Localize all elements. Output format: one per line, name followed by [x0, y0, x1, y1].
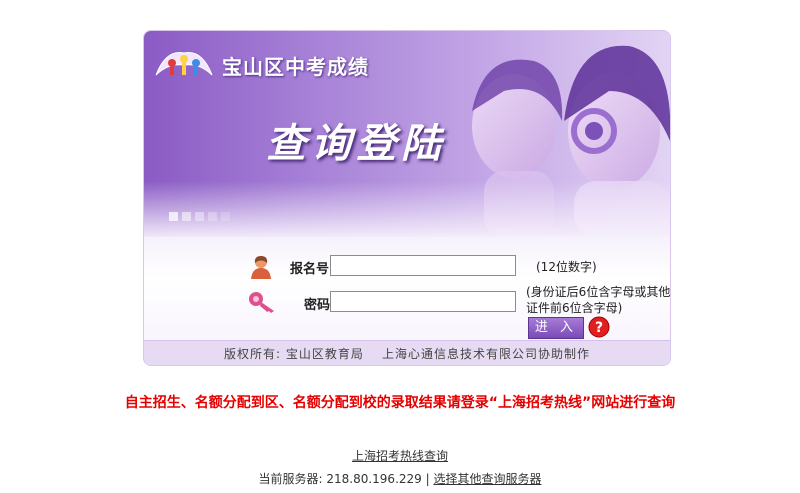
hotline-link[interactable]: 上海招考热线查询 — [0, 447, 800, 464]
server-ip: 218.80.196.229 — [326, 472, 422, 486]
user-icon — [251, 256, 271, 279]
help-icon[interactable]: ? — [588, 316, 610, 338]
copyright-bar: 版权所有: 宝山区教育局 上海心通信息技术有限公司协助制作 — [144, 340, 670, 365]
svg-text:?: ? — [595, 320, 603, 336]
copyright-maker: 上海心通信息技术有限公司协助制作 — [381, 347, 590, 361]
copyright-label: 版权所有: — [224, 347, 282, 361]
banner-fade — [144, 181, 670, 237]
admission-notice: 自主招生、名额分配到区、名额分配到校的录取结果请登录“上海招考热线”网站进行查询 — [124, 395, 676, 411]
key-icon — [249, 292, 274, 313]
password-input[interactable] — [330, 291, 516, 312]
login-title: 查询登陆 — [266, 120, 446, 167]
copyright-text: 版权所有: 宝山区教育局 上海心通信息技术有限公司协助制作 — [144, 345, 670, 362]
login-banner: 宝山区中考成绩 查询登陆 — [144, 31, 670, 237]
copyright-owner: 宝山区教育局 — [285, 347, 364, 361]
server-info: 当前服务器: 218.80.196.229 | 选择其他查询服务器 — [0, 470, 800, 487]
choose-server-link[interactable]: 选择其他查询服务器 — [434, 472, 542, 486]
username-label: 报名号: — [290, 262, 335, 277]
server-prefix: 当前服务器: — [258, 472, 323, 486]
enter-button[interactable]: 进 入 — [528, 317, 584, 339]
logo-icon — [155, 51, 213, 76]
separator: | — [425, 472, 430, 486]
username-hint: (12位数字) — [536, 260, 597, 274]
site-title: 宝山区中考成绩 — [222, 55, 369, 79]
username-input[interactable] — [330, 255, 516, 276]
login-panel: 宝山区中考成绩 查询登陆 报名号: (12位数字) 密码: (身份证后6位含字母… — [143, 30, 671, 366]
login-form: 报名号: (12位数字) 密码: (身份证后6位含字母或其他证件前6位含字母) … — [144, 237, 670, 340]
password-hint: (身份证后6位含字母或其他证件前6位含字母) — [526, 285, 671, 315]
